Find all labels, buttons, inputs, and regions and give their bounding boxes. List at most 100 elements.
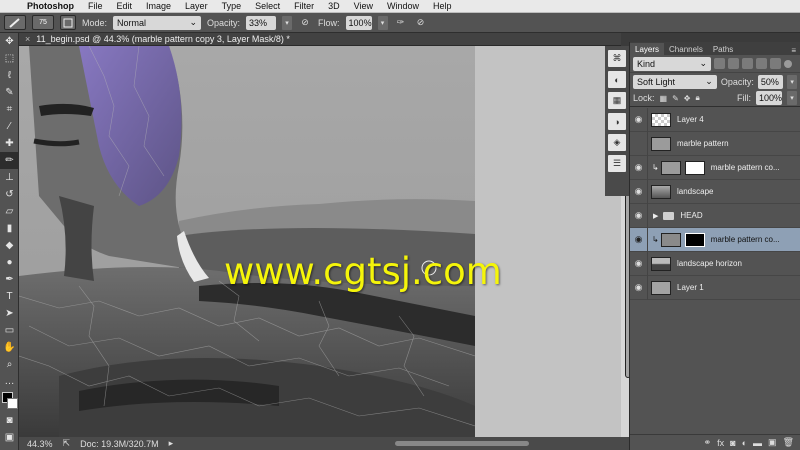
visibility-eye-icon[interactable]: ◉ [630, 275, 648, 300]
quick-select-tool-icon[interactable]: ✎ [0, 84, 19, 101]
new-group-icon[interactable]: ▬ [753, 438, 762, 448]
layer-row-selected[interactable]: ◉ ↳ marble pattern co... [630, 227, 800, 252]
crop-tool-icon[interactable]: ⌗ [0, 101, 19, 118]
layer-fill-dropdown[interactable]: ▾ [787, 91, 797, 105]
adjustment-layer-icon[interactable]: ◐ [742, 438, 747, 448]
color-panel-icon[interactable]: ◐ [608, 71, 626, 88]
brush-tool-preset-button[interactable] [4, 15, 26, 30]
canvas-area[interactable]: www.cgtsj.com [19, 46, 621, 437]
menu-type[interactable]: Type [215, 1, 249, 11]
layer-row[interactable]: ◉ landscape horizon [630, 251, 800, 276]
layer-fill-input[interactable]: 100% [756, 91, 782, 105]
link-layers-icon[interactable]: ⚭ [704, 437, 712, 448]
color-swatches[interactable] [0, 390, 19, 412]
move-tool-icon[interactable]: ✥ [0, 33, 19, 50]
layer-group-row[interactable]: ◉ ▶ HEAD [630, 203, 800, 228]
visibility-eye-icon[interactable]: ◉ [630, 155, 648, 180]
filter-type-icon[interactable] [742, 58, 753, 69]
artwork-image[interactable] [19, 46, 475, 437]
filter-pixel-icon[interactable] [714, 58, 725, 69]
menu-image[interactable]: Image [139, 1, 178, 11]
tab-channels[interactable]: Channels [664, 43, 708, 55]
pressure-size-icon[interactable]: ⊘ [414, 17, 428, 28]
history-panel-icon[interactable]: ⌘ [608, 50, 626, 67]
screen-mode-icon[interactable]: ▣ [0, 429, 19, 446]
layer-row[interactable]: ◉ landscape [630, 179, 800, 204]
layer-row[interactable]: ◉ Layer 4 [630, 107, 800, 132]
layer-row[interactable]: ◉ ↳ marble pattern co... [630, 155, 800, 180]
flow-input[interactable]: 100% [345, 15, 372, 30]
filter-adjustment-icon[interactable] [728, 58, 739, 69]
close-document-icon[interactable]: × [25, 34, 30, 44]
history-brush-tool-icon[interactable]: ↺ [0, 186, 19, 203]
add-mask-icon[interactable]: ◙ [730, 438, 735, 448]
shape-tool-icon[interactable]: ▭ [0, 322, 19, 339]
brush-tool-icon[interactable]: ✏ [0, 152, 19, 169]
visibility-eye-icon[interactable]: ◉ [630, 179, 648, 204]
eyedropper-tool-icon[interactable]: ⁄ [0, 118, 19, 135]
menu-edit[interactable]: Edit [110, 1, 140, 11]
menu-help[interactable]: Help [426, 1, 459, 11]
layer-filter-select[interactable]: Kind ⌄ [633, 56, 711, 71]
swatches-panel-icon[interactable]: ▦ [608, 92, 626, 109]
zoom-tool-icon[interactable]: ⌕ [0, 356, 19, 373]
type-tool-icon[interactable]: T [0, 288, 19, 305]
layer-opacity-input[interactable]: 50% [757, 74, 784, 89]
opacity-input[interactable]: 33% [246, 15, 277, 30]
brush-panel-toggle-button[interactable] [60, 15, 76, 30]
panel-menu-icon[interactable]: ≡ [791, 46, 800, 55]
menu-file[interactable]: File [81, 1, 110, 11]
pressure-opacity-icon[interactable]: ⊘ [298, 17, 312, 28]
menu-3d[interactable]: 3D [321, 1, 347, 11]
menu-view[interactable]: View [347, 1, 380, 11]
menu-filter[interactable]: Filter [287, 1, 321, 11]
adjustments-panel-icon[interactable]: ◑ [608, 113, 626, 130]
trash-icon[interactable]: 🗑︎ [783, 437, 794, 448]
flow-dropdown-button[interactable]: ▾ [377, 15, 388, 30]
background-color-swatch[interactable] [7, 398, 18, 409]
visibility-eye-icon[interactable]: ◉ [630, 227, 648, 252]
status-menu-arrow-icon[interactable]: ▸ [169, 438, 174, 449]
brush-size-picker[interactable]: 75 [32, 15, 54, 30]
document-tab[interactable]: × 11_begin.psd @ 44.3% (marble pattern c… [19, 33, 621, 46]
menu-app-name[interactable]: Photoshop [20, 1, 81, 11]
export-icon[interactable]: ⇱ [63, 438, 71, 449]
layer-style-icon[interactable]: fx [717, 438, 724, 448]
blend-mode-select[interactable]: Soft Light ⌄ [633, 74, 717, 89]
layer-opacity-dropdown[interactable]: ▾ [787, 74, 797, 89]
quick-mask-icon[interactable]: ◙ [0, 412, 19, 429]
lock-transparency-icon[interactable]: ▦ [660, 94, 668, 103]
hand-tool-icon[interactable]: ✋ [0, 339, 19, 356]
expand-group-icon[interactable]: ▶ [653, 212, 658, 220]
gradient-tool-icon[interactable]: ▮ [0, 220, 19, 237]
lock-position-icon[interactable]: ✥ [684, 94, 691, 103]
eraser-tool-icon[interactable]: ▱ [0, 203, 19, 220]
more-tools-icon[interactable]: … [0, 373, 19, 390]
menu-select[interactable]: Select [248, 1, 287, 11]
menu-layer[interactable]: Layer [178, 1, 215, 11]
tab-layers[interactable]: Layers [630, 43, 665, 55]
layer-mask-thumbnail[interactable] [684, 232, 705, 247]
layer-row[interactable]: ◉ marble pattern [630, 131, 800, 156]
layer-row[interactable]: ◉ Layer 1 [630, 275, 800, 300]
new-layer-icon[interactable]: ▣ [768, 437, 777, 448]
filter-toggle-icon[interactable] [784, 59, 792, 68]
opacity-dropdown-button[interactable]: ▾ [282, 15, 293, 30]
visibility-eye-icon[interactable]: ◉ [630, 107, 648, 132]
filter-smart-object-icon[interactable] [770, 58, 781, 69]
blur-tool-icon[interactable]: ◆ [0, 237, 19, 254]
styles-panel-icon[interactable]: ◈ [608, 134, 626, 151]
marquee-tool-icon[interactable]: ⬚ [0, 50, 19, 67]
path-selection-tool-icon[interactable]: ➤ [0, 305, 19, 322]
airbrush-icon[interactable]: ✑ [394, 17, 408, 28]
pen-tool-icon[interactable]: ✒ [0, 271, 19, 288]
mode-select[interactable]: Normal ⌄ [113, 15, 202, 30]
lasso-tool-icon[interactable]: ℓ [0, 67, 19, 84]
menu-window[interactable]: Window [380, 1, 426, 11]
filter-shape-icon[interactable] [756, 58, 767, 69]
healing-brush-tool-icon[interactable]: ✚ [0, 135, 19, 152]
visibility-eye-icon[interactable]: ◉ [630, 131, 648, 156]
lock-pixels-icon[interactable]: ✎ [672, 94, 679, 103]
clone-stamp-tool-icon[interactable]: ⊥ [0, 169, 19, 186]
canvas-horizontal-scrollbar[interactable] [395, 441, 529, 446]
